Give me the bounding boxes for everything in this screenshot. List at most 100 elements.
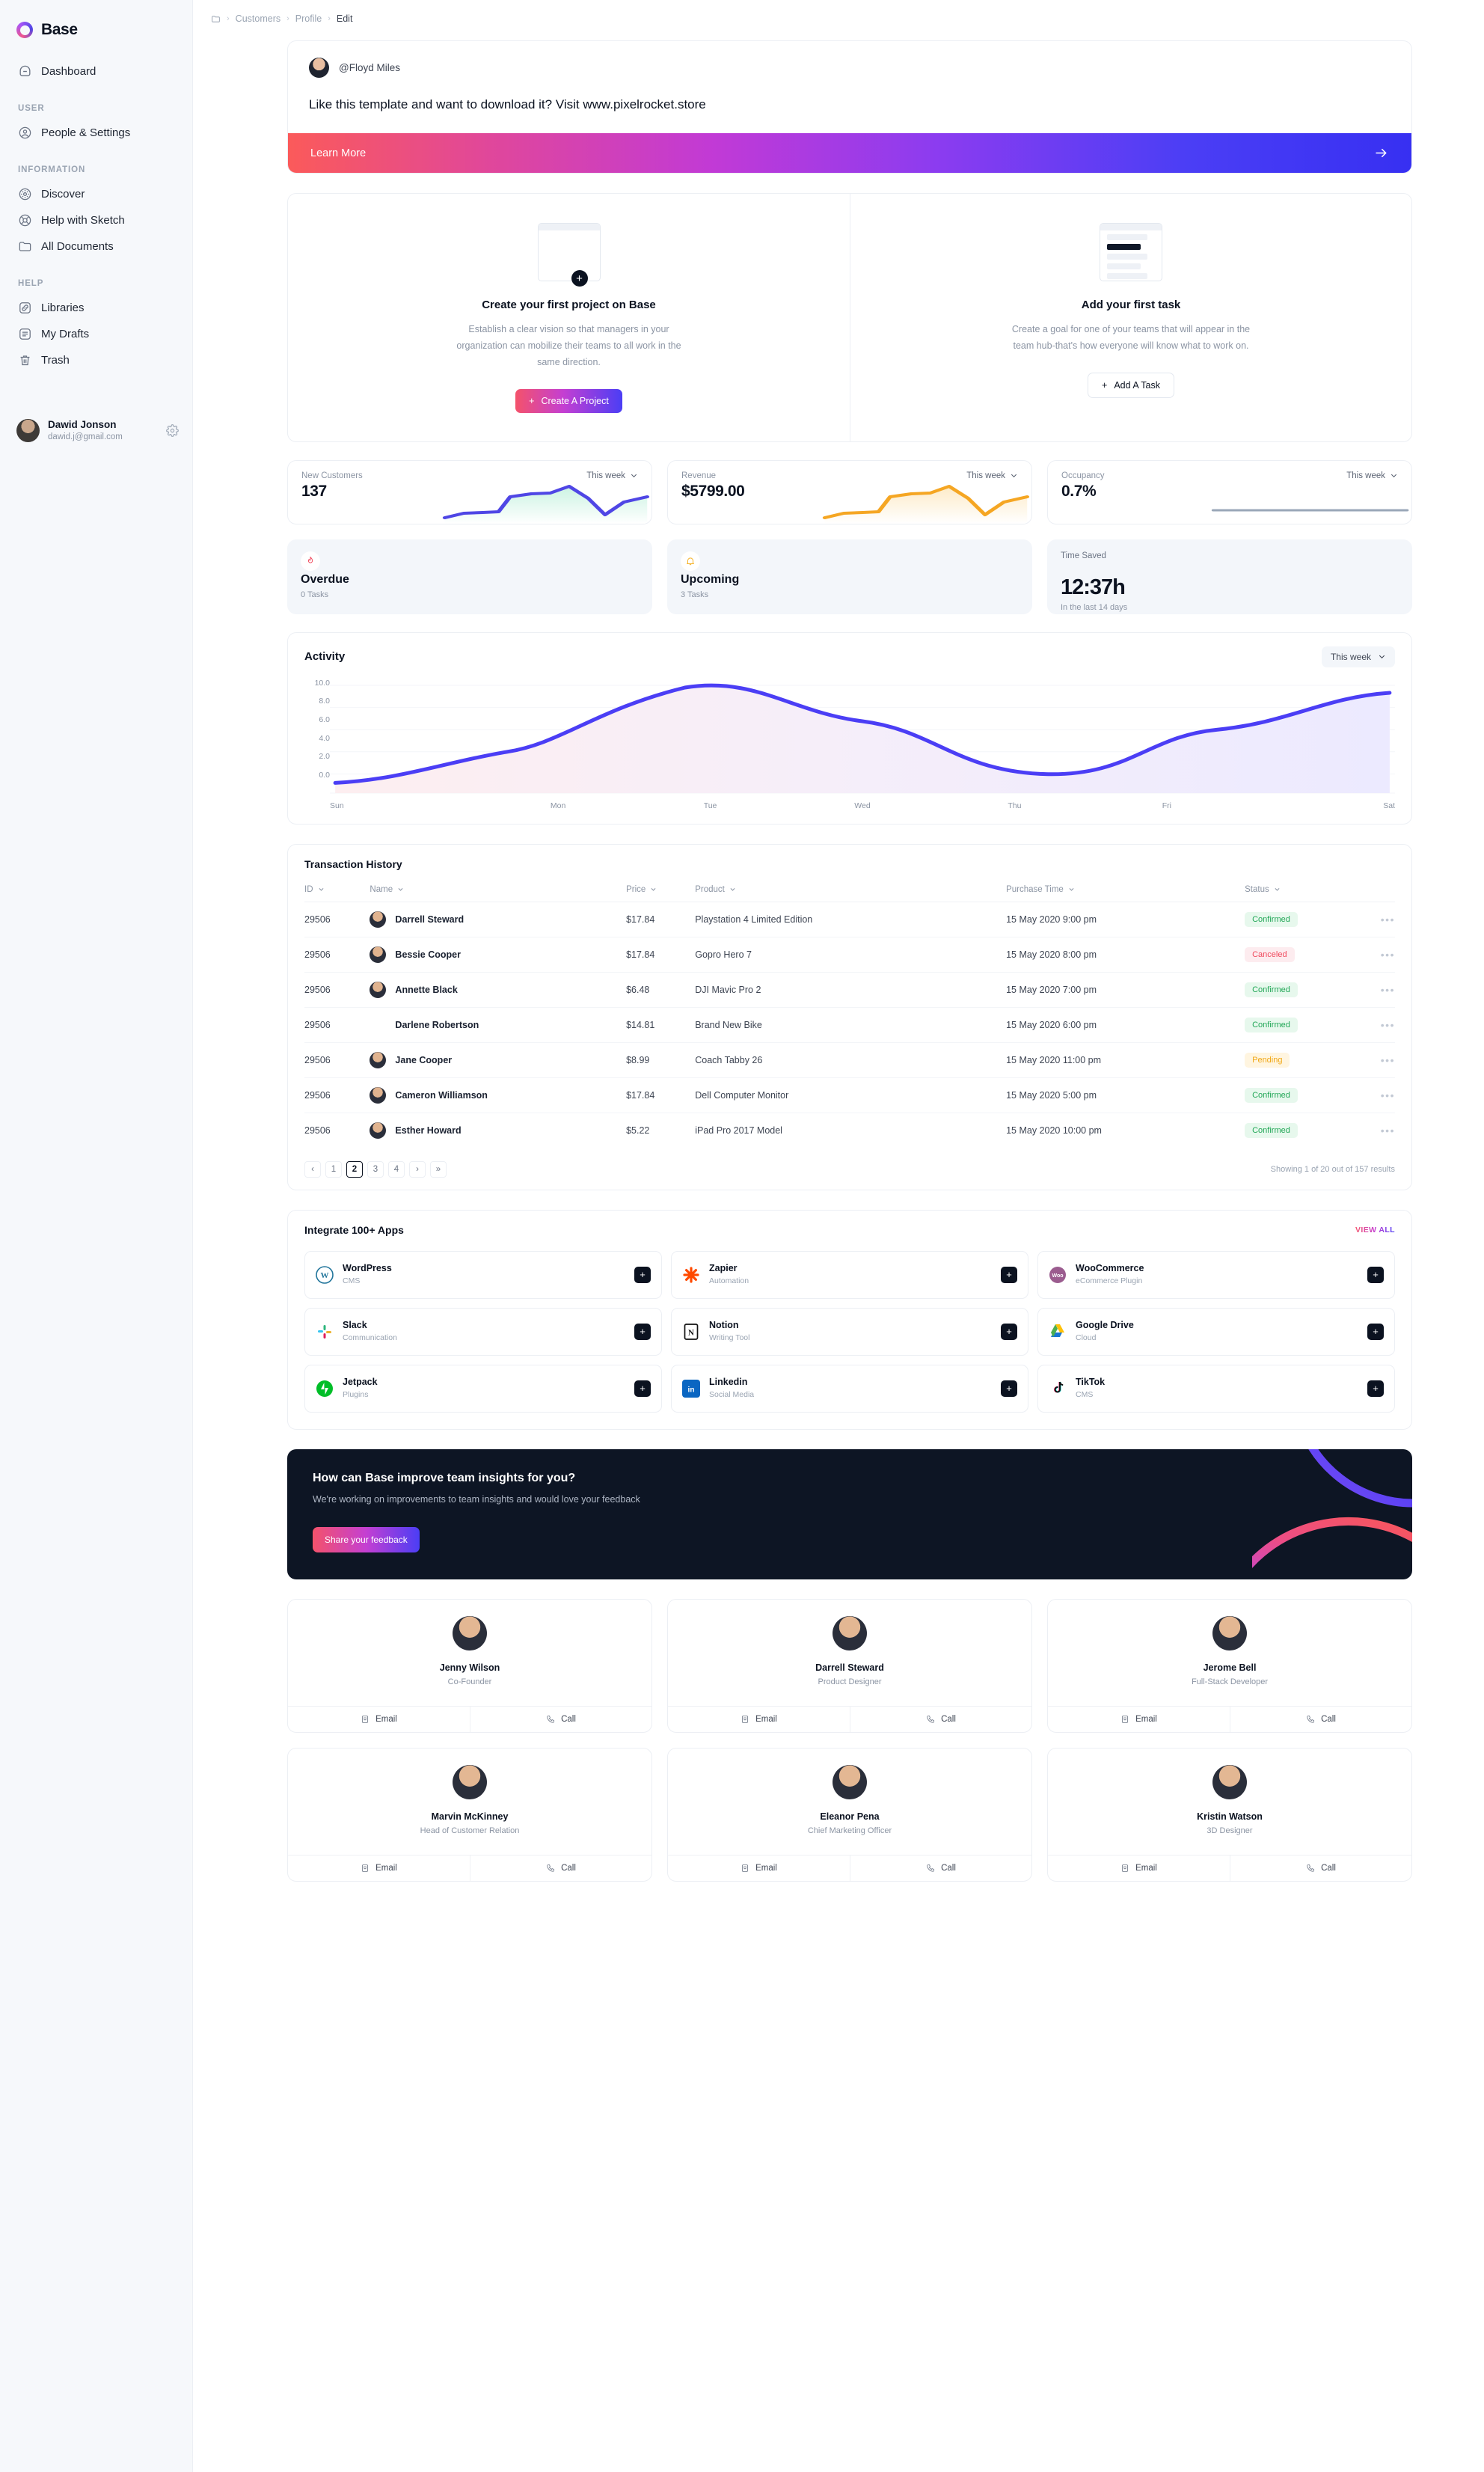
column-header-purchase-time[interactable]: Purchase Time bbox=[1006, 885, 1075, 894]
row-menu-icon[interactable]: ••• bbox=[1381, 1089, 1395, 1101]
create-a-project-button[interactable]: + Create A Project bbox=[515, 388, 622, 413]
integration-card[interactable]: Google Drive Cloud + bbox=[1037, 1307, 1395, 1356]
sidebar-item-help-with-sketch[interactable]: Help with Sketch bbox=[0, 207, 192, 233]
task-card-upcoming[interactable]: Upcoming 3 Tasks bbox=[667, 539, 1032, 614]
sidebar-item-label: My Drafts bbox=[41, 328, 90, 340]
add-integration-button[interactable]: + bbox=[1001, 1266, 1017, 1283]
add-integration-button[interactable]: + bbox=[1367, 1266, 1384, 1283]
add-integration-button[interactable]: + bbox=[1367, 1380, 1384, 1397]
integration-card[interactable]: Zapier Automation + bbox=[671, 1250, 1028, 1299]
zapier-icon bbox=[682, 1266, 700, 1284]
row-menu-icon[interactable]: ••• bbox=[1381, 914, 1395, 926]
add-integration-button[interactable]: + bbox=[634, 1380, 651, 1397]
gear-icon[interactable] bbox=[166, 424, 179, 438]
integration-name: Google Drive bbox=[1076, 1320, 1134, 1331]
woocommerce-icon: Woo bbox=[1049, 1266, 1067, 1284]
avatar bbox=[833, 1764, 867, 1799]
wordpress-icon: W bbox=[316, 1265, 334, 1284]
member-name: Eleanor Pena bbox=[820, 1811, 880, 1822]
transaction-history-title: Transaction History bbox=[304, 857, 402, 870]
integration-card[interactable]: TikTok CMS + bbox=[1037, 1364, 1395, 1413]
table-row[interactable]: 29506 Cameron Williamson $17.84 Dell Com… bbox=[304, 1077, 1395, 1113]
table-row[interactable]: 29506 Esther Howard $5.22 iPad Pro 2017 … bbox=[304, 1113, 1395, 1148]
view-all-link[interactable]: VIEW ALL bbox=[1355, 1226, 1395, 1235]
column-label: Name bbox=[370, 884, 393, 894]
table-row[interactable]: 29506 Darlene Robertson $14.81 Brand New… bbox=[304, 1007, 1395, 1043]
last-page-button[interactable]: » bbox=[430, 1160, 447, 1178]
row-menu-icon[interactable]: ••• bbox=[1381, 984, 1395, 996]
table-row[interactable]: 29506 Bessie Cooper $17.84 Gopro Hero 7 … bbox=[304, 937, 1395, 973]
email-button[interactable]: Email bbox=[1048, 1707, 1230, 1732]
sheet-line bbox=[1107, 234, 1148, 240]
table-row[interactable]: 29506 Annette Black $6.48 DJI Mavic Pro … bbox=[304, 972, 1395, 1008]
breadcrumb-item-customers[interactable]: Customers bbox=[236, 13, 280, 24]
column-header-status[interactable]: Status bbox=[1245, 885, 1281, 894]
table-row[interactable]: 29506 Jane Cooper $8.99 Coach Tabby 26 1… bbox=[304, 1042, 1395, 1078]
breadcrumb-item-edit[interactable]: Edit bbox=[337, 13, 353, 24]
column-header-price[interactable]: Price bbox=[626, 885, 657, 894]
next-page-button[interactable]: › bbox=[409, 1160, 426, 1178]
learn-more-button[interactable]: Learn More bbox=[288, 133, 1411, 173]
add-integration-button[interactable]: + bbox=[1001, 1380, 1017, 1397]
add-integration-button[interactable]: + bbox=[634, 1323, 651, 1340]
call-button[interactable]: Call bbox=[850, 1706, 1031, 1732]
call-button[interactable]: Call bbox=[1230, 1706, 1411, 1732]
sidebar-item-people-settings[interactable]: People & Settings bbox=[0, 120, 192, 146]
sidebar-item-libraries[interactable]: Libraries bbox=[0, 295, 192, 321]
column-header-product[interactable]: Product bbox=[695, 885, 736, 894]
table-row[interactable]: 29506 Darrell Steward $17.84 Playstation… bbox=[304, 902, 1395, 937]
page-button-3[interactable]: 3 bbox=[367, 1160, 384, 1178]
integration-card[interactable]: Slack Communication + bbox=[304, 1307, 662, 1356]
row-menu-icon[interactable]: ••• bbox=[1381, 949, 1395, 961]
x-tick: Fri bbox=[1162, 801, 1171, 810]
call-button[interactable]: Call bbox=[1230, 1855, 1411, 1881]
sidebar-item-dashboard[interactable]: Dashboard bbox=[0, 58, 192, 85]
email-button[interactable]: Email bbox=[288, 1707, 470, 1732]
plus-icon[interactable]: + bbox=[571, 270, 588, 287]
add-integration-button[interactable]: + bbox=[634, 1266, 651, 1283]
activity-range-selector[interactable]: This week bbox=[1321, 646, 1395, 667]
email-button[interactable]: Email bbox=[1048, 1855, 1230, 1881]
page-button-2[interactable]: 2 bbox=[346, 1160, 363, 1178]
call-button[interactable]: Call bbox=[470, 1706, 651, 1732]
add-a-task-button[interactable]: + Add A Task bbox=[1088, 372, 1174, 398]
cell-product: iPad Pro 2017 Model bbox=[695, 1125, 782, 1136]
call-button[interactable]: Call bbox=[850, 1855, 1031, 1881]
add-integration-button[interactable]: + bbox=[1367, 1323, 1384, 1340]
prev-page-button[interactable]: ‹ bbox=[304, 1160, 321, 1178]
email-button[interactable]: Email bbox=[668, 1707, 850, 1732]
sidebar-item-discover[interactable]: Discover bbox=[0, 181, 192, 207]
add-integration-button[interactable]: + bbox=[1001, 1323, 1017, 1340]
integration-card[interactable]: Jetpack Plugins + bbox=[304, 1364, 662, 1413]
row-menu-icon[interactable]: ••• bbox=[1381, 1054, 1395, 1066]
breadcrumb-item-profile[interactable]: Profile bbox=[295, 13, 322, 24]
mail-icon bbox=[1120, 1864, 1129, 1873]
breadcrumb-separator: › bbox=[286, 14, 289, 23]
share-your-feedback-button[interactable]: Share your feedback bbox=[313, 1526, 420, 1552]
linkedin-icon: in bbox=[682, 1379, 700, 1398]
brand-logo[interactable]: Base bbox=[0, 16, 192, 39]
sidebar-item-all-documents[interactable]: All Documents bbox=[0, 233, 192, 260]
page-button-1[interactable]: 1 bbox=[325, 1160, 342, 1178]
call-button[interactable]: Call bbox=[470, 1855, 651, 1881]
sidebar-item-trash[interactable]: Trash bbox=[0, 347, 192, 373]
page-button-4[interactable]: 4 bbox=[388, 1160, 405, 1178]
column-header-name[interactable]: Name bbox=[370, 885, 404, 894]
onboarding-description: Create a goal for one of your teams that… bbox=[1011, 324, 1251, 351]
row-menu-icon[interactable]: ••• bbox=[1381, 1019, 1395, 1031]
integration-card[interactable]: Woo WooCommerce eCommerce Plugin + bbox=[1037, 1250, 1395, 1299]
integration-category: CMS bbox=[1076, 1390, 1094, 1400]
integration-card[interactable]: N Notion Writing Tool + bbox=[671, 1307, 1028, 1356]
user-circle-icon bbox=[18, 126, 32, 140]
sidebar-item-my-drafts[interactable]: My Drafts bbox=[0, 321, 192, 347]
column-header-id[interactable]: ID bbox=[304, 885, 325, 894]
integration-category: Automation bbox=[709, 1276, 749, 1286]
sidebar-user-profile[interactable]: Dawid Jonson dawid.j@gmail.com bbox=[0, 419, 192, 443]
row-menu-icon[interactable]: ••• bbox=[1381, 1125, 1395, 1136]
email-button[interactable]: Email bbox=[288, 1855, 470, 1881]
cell-actions: ••• bbox=[1359, 937, 1395, 973]
integration-card[interactable]: W WordPress CMS + bbox=[304, 1250, 662, 1299]
email-button[interactable]: Email bbox=[668, 1855, 850, 1881]
integration-card[interactable]: in Linkedin Social Media + bbox=[671, 1364, 1028, 1413]
task-card-overdue[interactable]: Overdue 0 Tasks bbox=[287, 539, 652, 614]
